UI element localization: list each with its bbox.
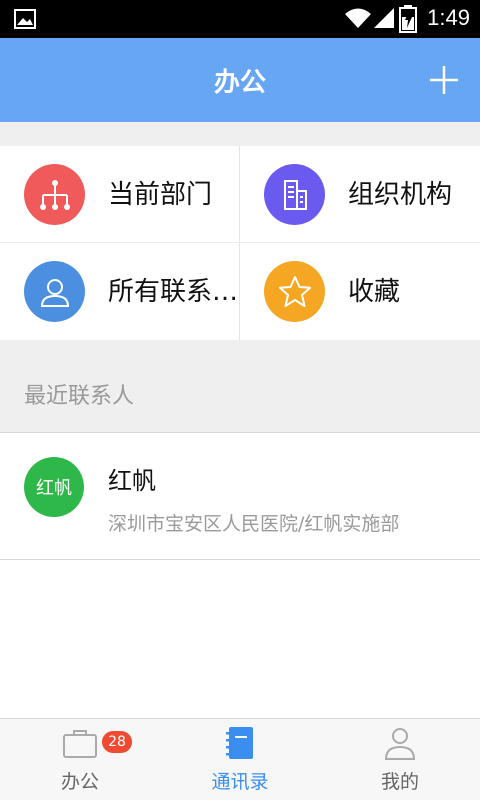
image-notification-icon <box>14 9 36 29</box>
add-icon[interactable] <box>426 62 462 98</box>
divider <box>0 559 480 560</box>
notification-badge: 28 <box>102 731 132 753</box>
org-tree-icon <box>24 164 85 225</box>
tab-label: 通讯录 <box>211 771 269 793</box>
app-header: 办公 <box>0 38 480 122</box>
status-time: 1:49 <box>427 5 470 30</box>
grid-item-current-department[interactable]: 当前部门 <box>0 146 240 243</box>
contact-name: 红帆 <box>108 467 156 495</box>
shortcut-grid: 当前部门 组织机构 所有联系… 收藏 <box>0 146 480 340</box>
tab-office[interactable]: 28 办公 <box>0 719 160 800</box>
profile-icon <box>384 728 416 760</box>
address-book-icon <box>226 727 253 759</box>
divider <box>239 146 240 340</box>
grid-item-all-contacts[interactable]: 所有联系… <box>0 243 240 340</box>
status-bar: 1:49 <box>0 0 480 38</box>
person-icon <box>24 261 85 322</box>
divider <box>0 242 480 243</box>
building-icon <box>264 164 325 225</box>
grid-item-label: 收藏 <box>348 277 401 307</box>
bottom-nav: 28 办公 通讯录 我的 <box>0 718 480 800</box>
tab-label: 我的 <box>380 771 419 793</box>
signal-icon <box>374 8 394 28</box>
grid-item-organization[interactable]: 组织机构 <box>240 146 480 243</box>
tab-me[interactable]: 我的 <box>320 719 480 800</box>
page-title: 办公 <box>213 68 266 98</box>
battery-icon <box>399 5 417 33</box>
avatar: 红帆 <box>24 457 84 517</box>
list-item[interactable]: 红帆 红帆 深圳市宝安区人民医院/红帆实施部 <box>0 433 480 559</box>
screen: 1:49 办公 当前部门 组织机构 所有联系… 收藏 最近联系人 红帆 红帆 深… <box>0 0 480 800</box>
grid-item-label: 组织机构 <box>348 180 453 210</box>
section-title: 最近联系人 <box>24 384 135 409</box>
contact-department: 深圳市宝安区人民医院/红帆实施部 <box>108 513 400 535</box>
grid-item-favorites[interactable]: 收藏 <box>240 243 480 340</box>
grid-item-label: 所有联系… <box>108 277 239 307</box>
grid-item-label: 当前部门 <box>108 180 213 210</box>
tab-contacts[interactable]: 通讯录 <box>160 719 320 800</box>
tab-label: 办公 <box>60 771 99 793</box>
wifi-icon <box>345 8 371 28</box>
briefcase-icon <box>63 730 97 758</box>
recent-contacts-header: 最近联系人 <box>0 340 480 432</box>
spacer <box>0 122 480 146</box>
star-icon <box>264 261 325 322</box>
